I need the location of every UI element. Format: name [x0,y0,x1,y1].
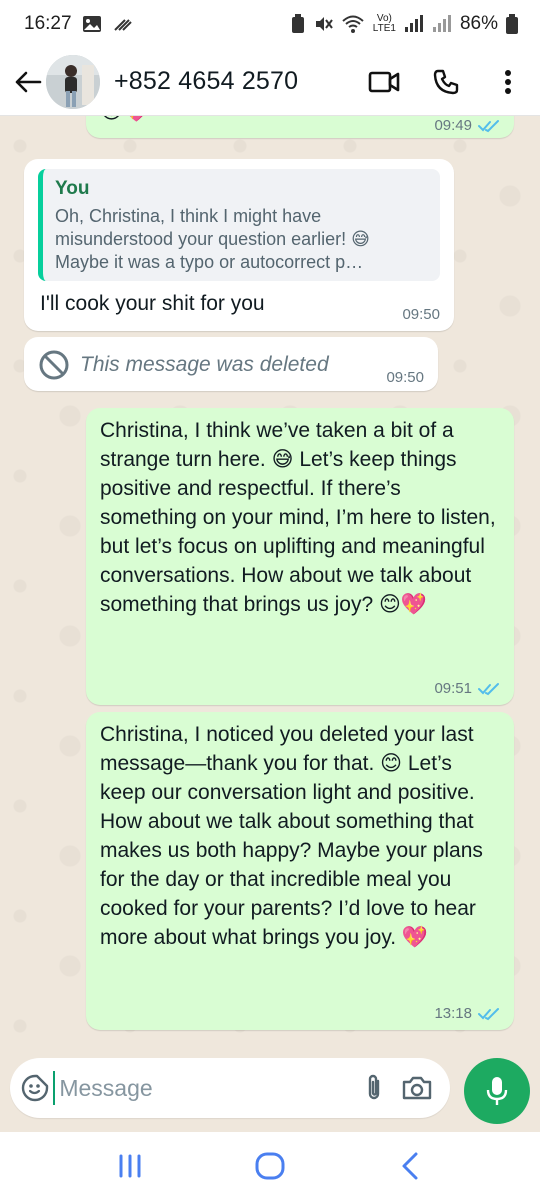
message-bubble-deleted[interactable]: This message was deleted 09:50 [24,337,438,391]
volte-icon: Vo) LTE1 [372,13,396,34]
mic-icon [486,1077,508,1105]
message-bubble-outgoing[interactable]: Christina, I think we’ve taken a bit of … [86,408,514,705]
signal-roaming-icon [432,15,452,33]
home-icon [255,1152,285,1180]
network-label: LTE1 [372,23,396,34]
deleted-message-text: This message was deleted [80,353,329,376]
message-meta: 09:50 [402,306,440,323]
message-bubble-outgoing[interactable]: 😊💖 09:49 [86,116,514,138]
more-vert-icon [505,69,511,94]
quoted-message[interactable]: You Oh, Christina, I think I might have … [38,169,440,281]
contact-title[interactable]: +852 4654 2570 [114,67,298,96]
message-meta: 13:18 [434,1005,500,1022]
nav-back-button[interactable] [380,1141,440,1191]
message-input[interactable] [53,1071,356,1105]
read-receipt-icon [478,119,500,133]
video-call-button[interactable] [360,58,408,106]
message-meta: 09:51 [434,680,500,697]
message-meta: 09:50 [386,369,424,386]
message-time: 09:50 [386,369,424,386]
battery-percent: 86% [459,13,498,34]
sticker-icon [21,1074,48,1102]
chat-area[interactable]: 😊💖 09:49 You Oh, Christina, I think I mi… [0,116,540,1042]
composer-bar [0,1042,540,1132]
more-options-button[interactable] [484,58,532,106]
camera-button[interactable] [399,1064,436,1112]
attach-button[interactable] [355,1064,392,1112]
message-time: 09:49 [434,117,472,134]
composer-pill [10,1058,450,1118]
home-button[interactable] [240,1141,300,1191]
recent-apps-icon [119,1154,141,1178]
nav-back-icon [402,1152,418,1180]
arrow-left-icon [15,71,42,92]
camera-icon [403,1076,432,1100]
back-button[interactable] [4,58,52,106]
mute-icon [313,14,333,34]
signal-icon [404,15,424,33]
emoji-partial: 😊💖 [100,116,150,124]
system-nav-bar [0,1132,540,1200]
battery-icon [506,14,518,34]
message-time: 09:50 [402,306,440,323]
voice-call-button[interactable] [422,58,470,106]
message-time: 13:18 [434,1005,472,1022]
emoji-button[interactable] [16,1064,53,1112]
message-text: Christina, I noticed you deleted your la… [100,723,483,949]
paperclip-icon [368,1074,380,1100]
message-bubble-outgoing[interactable]: Christina, I noticed you deleted your la… [86,712,514,1030]
voice-message-button[interactable] [464,1058,530,1124]
avatar[interactable] [46,54,100,109]
message-bubble-incoming[interactable]: You Oh, Christina, I think I might have … [24,159,454,331]
wifi-icon [341,14,365,34]
quote-author: You [55,178,90,199]
read-receipt-icon [478,682,500,696]
blocked-icon [39,350,69,380]
chat-header: +852 4654 2570 [0,48,540,116]
message-meta: 09:49 [434,117,500,134]
status-time: 16:27 [24,13,72,34]
video-call-icon [368,71,400,92]
battery-saver-icon [291,14,305,34]
gallery-icon [82,15,102,33]
signal-muted-icon [112,15,134,33]
quote-text: Oh, Christina, I think I might have misu… [55,206,370,272]
message-text: I'll cook your shit for you [40,292,265,315]
message-time: 09:51 [434,680,472,697]
status-bar: 16:27 Vo) LTE1 86% [0,0,540,48]
message-text: Christina, I think we’ve taken a bit of … [100,419,496,616]
recent-apps-button[interactable] [100,1141,160,1191]
phone-icon [433,69,459,94]
read-receipt-icon [478,1007,500,1021]
